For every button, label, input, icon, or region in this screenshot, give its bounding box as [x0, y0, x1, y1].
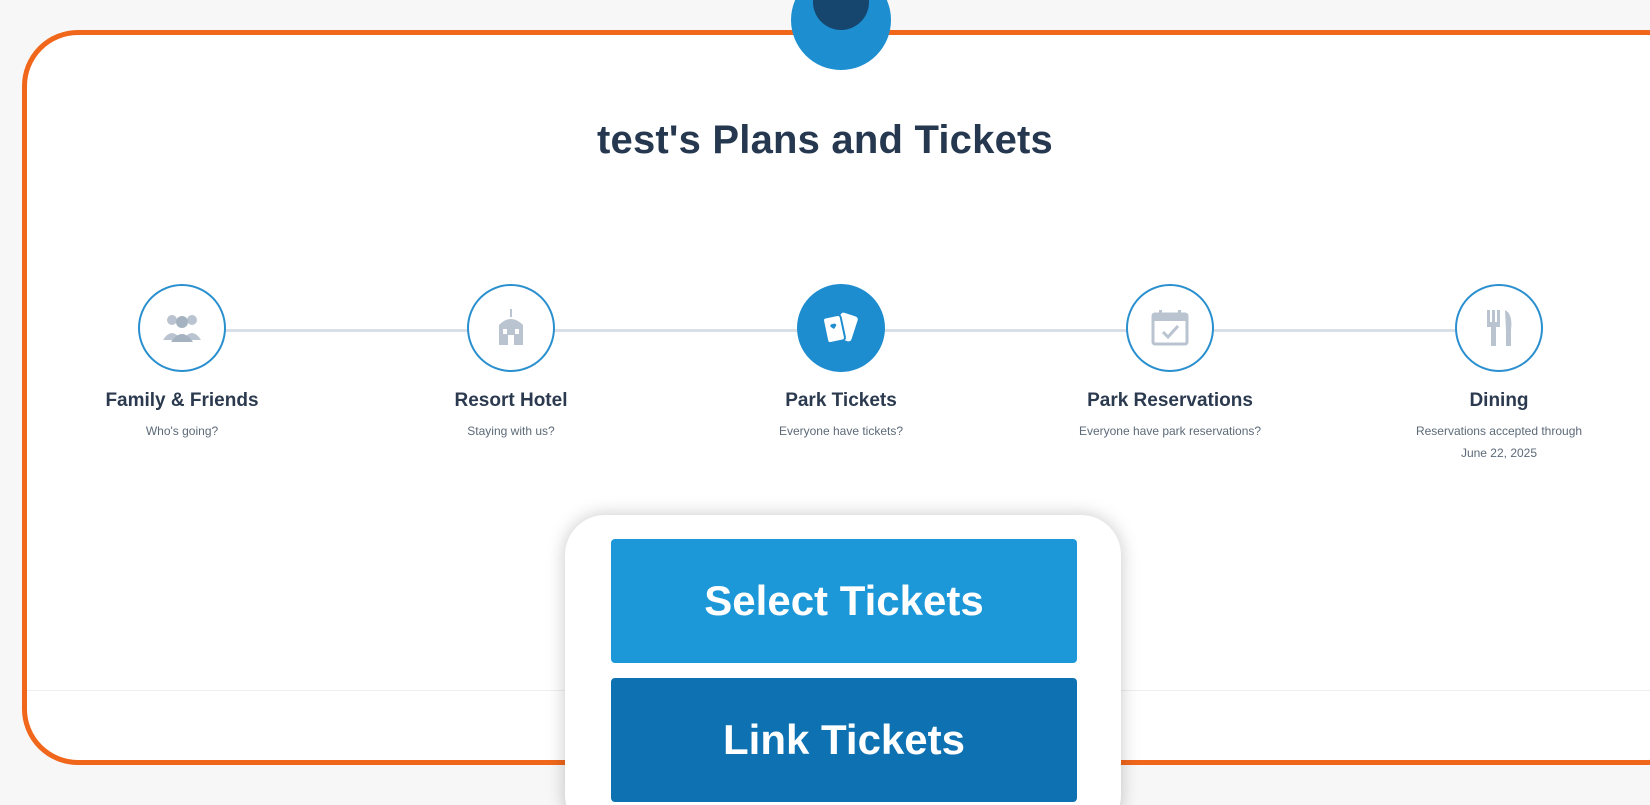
- step-subtitle: Everyone have park reservations?: [1078, 424, 1262, 438]
- step-family-friends[interactable]: Family & Friends Who's going?: [52, 284, 312, 442]
- step-subtitle: Who's going?: [145, 424, 219, 438]
- tickets-icon: [797, 284, 885, 372]
- step-label: Dining: [1469, 390, 1529, 411]
- link-tickets-button[interactable]: Link Tickets: [611, 678, 1077, 802]
- step-label: Resort Hotel: [454, 390, 568, 411]
- people-icon: [138, 284, 226, 372]
- step-label: Park Tickets: [785, 390, 897, 411]
- page: test's Plans and Tickets Family & Friend…: [0, 0, 1650, 805]
- step-park-reservations[interactable]: Park Reservations Everyone have park res…: [1040, 284, 1300, 442]
- hotel-icon: [467, 284, 555, 372]
- page-title: test's Plans and Tickets: [597, 118, 1053, 162]
- step-subtitle: Reservations accepted through June 22, 2…: [1415, 424, 1583, 460]
- step-subtitle: Staying with us?: [467, 424, 555, 438]
- step-label: Family & Friends: [105, 390, 259, 411]
- step-resort-hotel[interactable]: Resort Hotel Staying with us?: [381, 284, 641, 442]
- step-subtitle: Everyone have tickets?: [778, 424, 904, 438]
- ticket-actions-popup: Select Tickets Link Tickets: [565, 515, 1121, 805]
- step-label: Park Reservations: [1087, 390, 1253, 411]
- step-dining[interactable]: Dining Reservations accepted through Jun…: [1369, 284, 1629, 464]
- calendar-check-icon: [1126, 284, 1214, 372]
- select-tickets-button[interactable]: Select Tickets: [611, 539, 1077, 663]
- step-park-tickets[interactable]: Park Tickets Everyone have tickets?: [711, 284, 971, 442]
- fork-knife-icon: [1455, 284, 1543, 372]
